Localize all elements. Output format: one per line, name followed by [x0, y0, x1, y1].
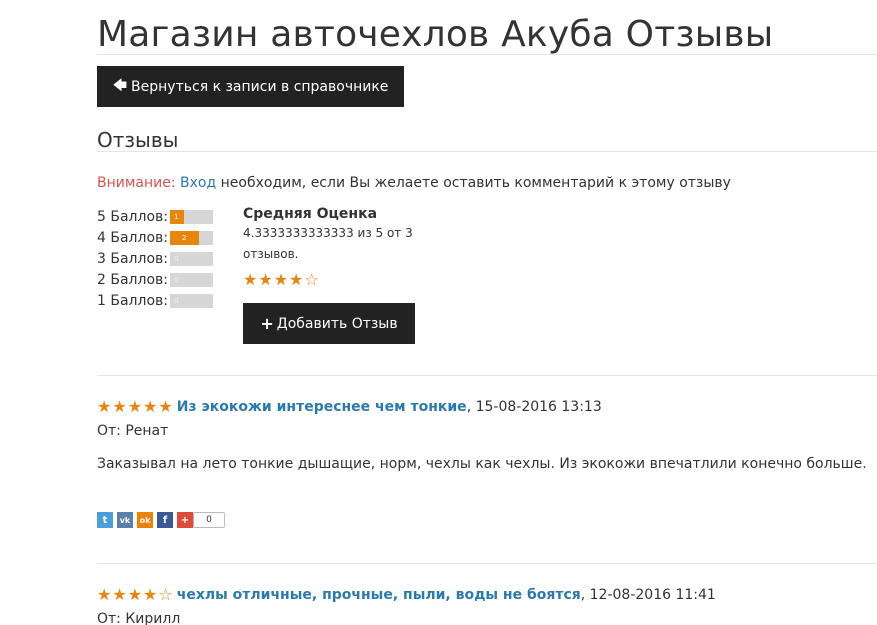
rating-row-5: 5 Баллов: 1 — [97, 206, 213, 227]
rating-bar: 2 — [170, 230, 213, 245]
title-divider — [97, 54, 877, 55]
facebook-icon[interactable]: f — [157, 512, 173, 528]
rating-breakdown: 5 Баллов: 1 4 Баллов: 2 3 Баллов: 0 2 Ба… — [97, 206, 213, 311]
login-notice: Внимание: Вход необходим, если Вы желает… — [97, 175, 731, 191]
review-header: ★★★★☆ чехлы отличные, прочные, пыли, вод… — [97, 585, 877, 604]
page-title: Магазин авточехлов Акуба Отзывы — [97, 14, 774, 55]
rating-label: 3 Баллов: — [97, 250, 168, 267]
rating-bar: 1 — [170, 209, 213, 224]
rating-row-3: 3 Баллов: 0 — [97, 248, 213, 269]
rating-label: 5 Баллов: — [97, 208, 168, 225]
rating-row-1: 1 Баллов: 0 — [97, 290, 213, 311]
review-author: От: Кирилл — [97, 611, 181, 625]
review-stars-icon: ★★★★☆ — [97, 585, 174, 604]
rating-bar: 0 — [170, 293, 213, 308]
google-plus-icon[interactable]: + — [177, 512, 193, 528]
rating-count: 2 — [182, 233, 187, 242]
review-body: Заказывал на лето тонкие дышащие, норм, … — [97, 456, 867, 472]
back-button-label: Вернуться к записи в справочнике — [131, 78, 389, 95]
review-header: ★★★★★ Из экокожи интереснее чем тонкие ,… — [97, 397, 877, 416]
arrow-left-icon: 🡄 — [112, 77, 128, 94]
section-divider — [97, 151, 877, 152]
rating-count: 1 — [174, 212, 179, 221]
vkontakte-icon[interactable]: vk — [117, 512, 133, 528]
plus-icon: + — [260, 314, 274, 333]
rating-label: 4 Баллов: — [97, 229, 168, 246]
review-item: ★★★★☆ чехлы отличные, прочные, пыли, вод… — [97, 585, 877, 625]
rating-row-4: 4 Баллов: 2 — [97, 227, 213, 248]
rating-row-2: 2 Баллов: 0 — [97, 269, 213, 290]
share-buttons: t vk ok f + 0 — [97, 512, 225, 528]
add-review-button[interactable]: + Добавить Отзыв — [243, 303, 415, 344]
rating-bar: 0 — [170, 251, 213, 266]
notice-text: необходим, если Вы желаете оставить комм… — [220, 175, 731, 191]
rating-count: 0 — [174, 296, 179, 305]
review-author: От: Ренат — [97, 423, 169, 439]
notice-warning: Внимание: — [97, 175, 176, 191]
login-link[interactable]: Вход — [180, 175, 216, 191]
review-title-link[interactable]: Из экокожи интереснее чем тонкие — [177, 399, 467, 415]
rating-label: 2 Баллов: — [97, 271, 168, 288]
review-item: ★★★★★ Из экокожи интереснее чем тонкие ,… — [97, 397, 877, 472]
average-rating-title: Средняя Оценка — [243, 206, 378, 222]
rating-count: 0 — [174, 254, 179, 263]
back-to-listing-button[interactable]: 🡄 Вернуться к записи в справочнике — [97, 66, 404, 107]
average-stars-icon: ★★★★☆ — [243, 270, 320, 289]
review-stars-icon: ★★★★★ — [97, 397, 174, 416]
review-divider — [97, 563, 877, 564]
average-rating: Средняя Оценка 4.3333333333333 из 5 от 3… — [243, 206, 423, 289]
section-title: Отзывы — [97, 128, 179, 152]
review-date: , 15-08-2016 13:13 — [466, 398, 602, 415]
average-rating-text: 4.3333333333333 из 5 от 3 отзывов. — [243, 226, 413, 261]
share-counter: 0 — [193, 512, 225, 528]
review-title-link[interactable]: чехлы отличные, прочные, пыли, воды не б… — [177, 587, 581, 603]
rating-count: 0 — [174, 275, 179, 284]
twitter-icon[interactable]: t — [97, 512, 113, 528]
odnoklassniki-icon[interactable]: ok — [137, 512, 153, 528]
rating-label: 1 Баллов: — [97, 292, 168, 309]
rating-bar: 0 — [170, 272, 213, 287]
reviews-divider — [97, 375, 877, 376]
add-review-label: Добавить Отзыв — [276, 315, 398, 332]
review-date: , 12-08-2016 11:41 — [580, 586, 716, 603]
